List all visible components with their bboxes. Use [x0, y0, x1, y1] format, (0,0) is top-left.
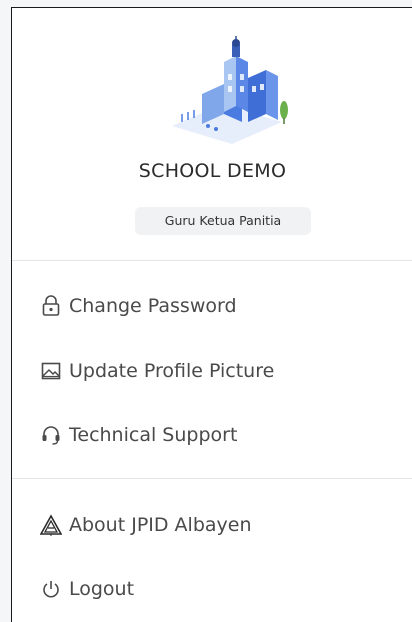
- albayen-logo-icon: [40, 514, 62, 536]
- school-logo: [162, 34, 292, 144]
- headset-icon: [40, 424, 62, 446]
- change-password-item[interactable]: Change Password: [40, 289, 237, 323]
- about-item[interactable]: About JPID Albayen: [40, 508, 252, 542]
- lock-icon: [40, 295, 62, 317]
- school-name: SCHOOL DEMO: [138, 160, 287, 182]
- technical-support-label: Technical Support: [69, 424, 238, 446]
- divider-bottom: [12, 478, 412, 479]
- background-top: [0, 0, 412, 7]
- update-profile-picture-item[interactable]: Update Profile Picture: [40, 354, 274, 388]
- technical-support-item[interactable]: Technical Support: [40, 418, 237, 452]
- school-building-illustration: [172, 36, 288, 144]
- role-badge: Guru Ketua Panitia: [135, 207, 311, 235]
- divider-top: [12, 260, 412, 261]
- change-password-label: Change Password: [69, 295, 237, 317]
- about-label: About JPID Albayen: [69, 514, 252, 536]
- power-icon: [40, 578, 62, 600]
- logout-item[interactable]: Logout: [40, 572, 134, 606]
- logout-label: Logout: [69, 578, 135, 600]
- profile-menu-panel: SCHOOL DEMO Guru Ketua Panitia Change Pa…: [11, 7, 412, 622]
- image-icon: [40, 360, 62, 382]
- update-profile-picture-label: Update Profile Picture: [69, 360, 275, 382]
- background-left: [0, 0, 11, 622]
